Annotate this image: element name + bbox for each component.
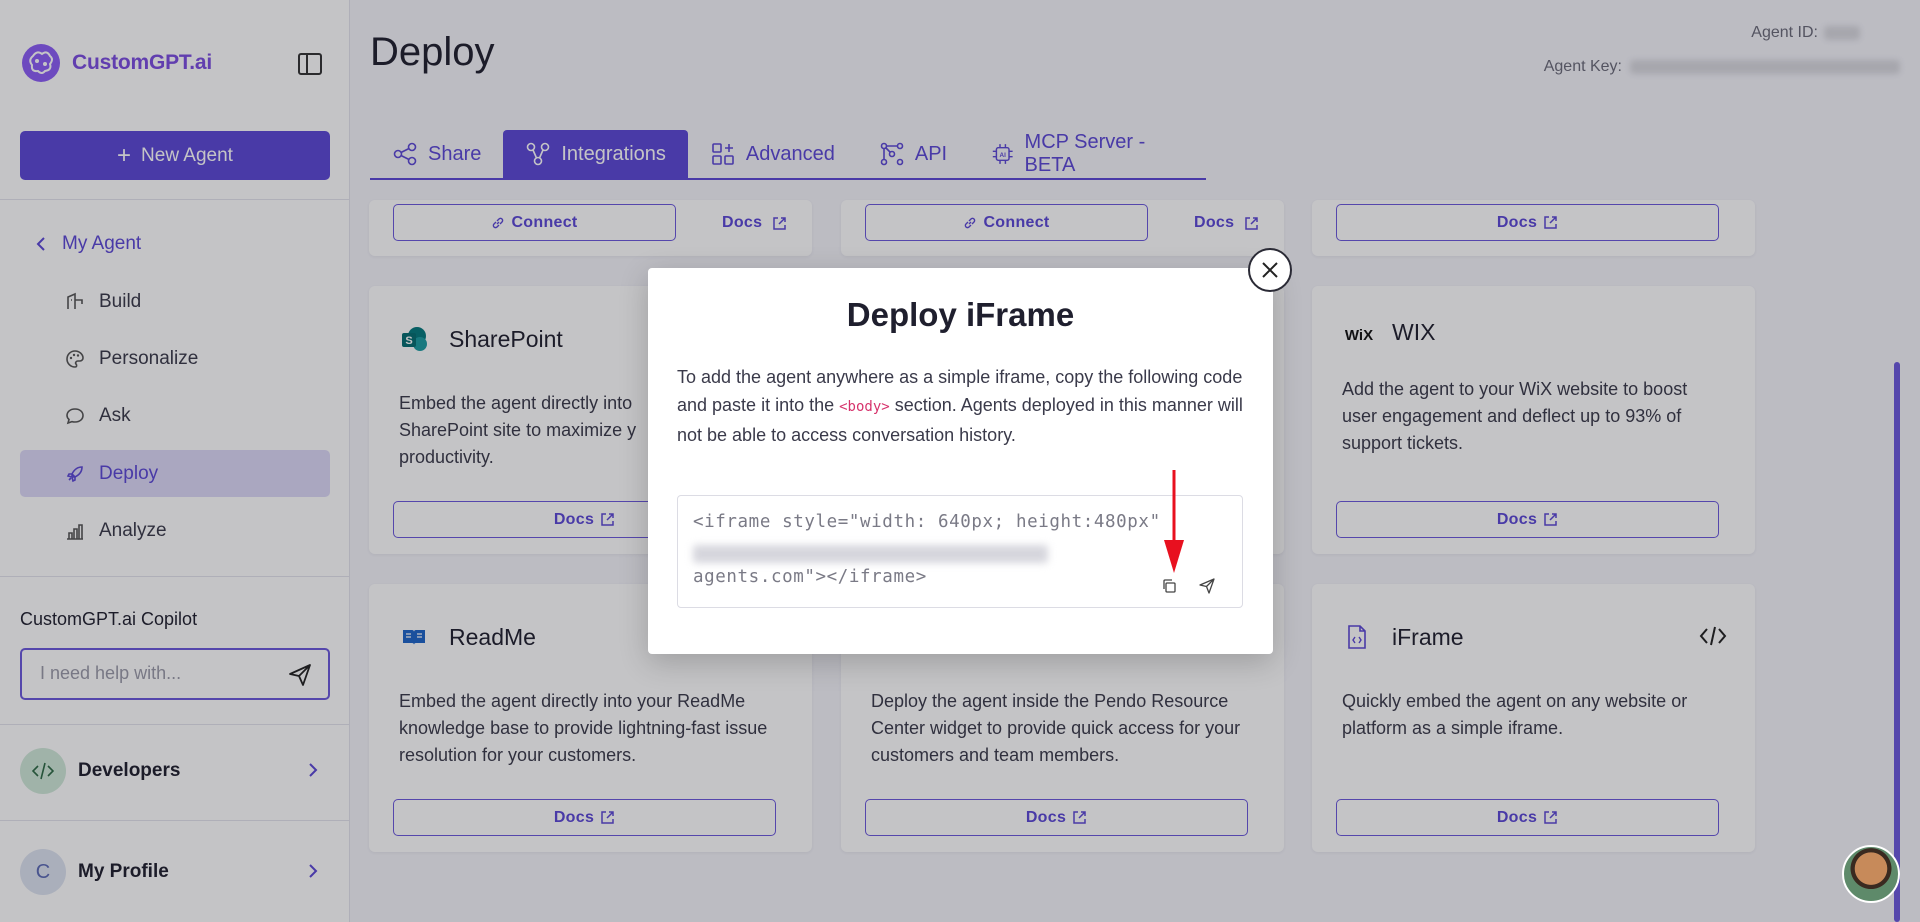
close-icon [1262, 262, 1278, 278]
inline-code: <body> [839, 399, 890, 415]
support-chat-avatar[interactable] [1842, 845, 1900, 903]
redacted-code-line [693, 545, 1048, 563]
iframe-code-box[interactable]: <iframe style="width: 640px; height:480p… [677, 495, 1243, 608]
modal-description: To add the agent anywhere as a simple if… [677, 363, 1247, 449]
send-icon [1199, 578, 1215, 594]
close-modal-button[interactable] [1248, 248, 1292, 292]
copy-button[interactable] [1156, 573, 1182, 599]
code-line: agents.com"></iframe> [693, 567, 927, 587]
red-arrow-annotation-icon [1164, 470, 1184, 573]
deploy-iframe-modal: Deploy iFrame To add the agent anywhere … [648, 268, 1273, 654]
modal-title: Deploy iFrame [846, 296, 1075, 333]
copy-icon [1163, 579, 1176, 593]
send-code-button[interactable] [1194, 573, 1220, 599]
code-line: <iframe style="width: 640px; height:480p… [693, 512, 1161, 532]
